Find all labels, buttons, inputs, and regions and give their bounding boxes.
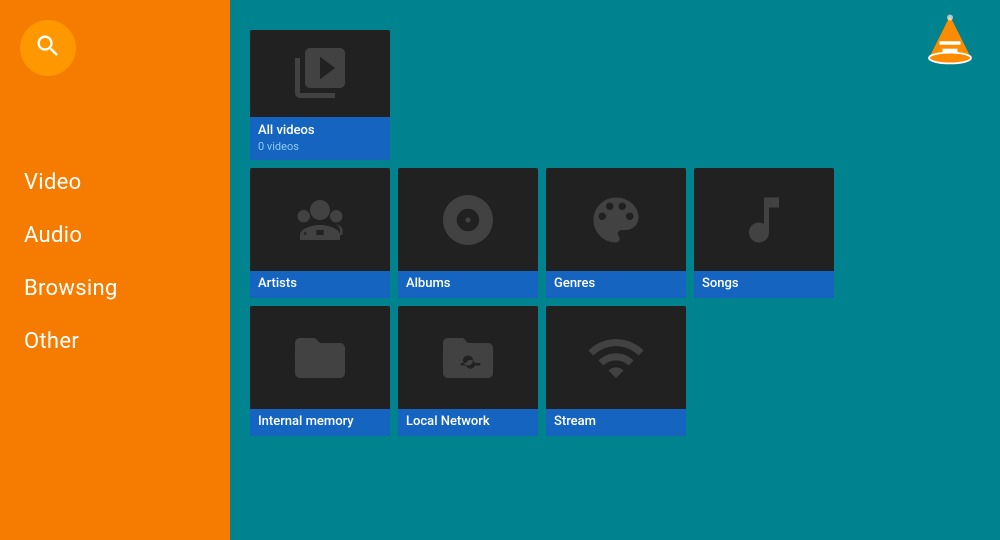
all-videos-tile[interactable]: All videos 0 videos [250, 30, 390, 160]
browsing-row: Internal memory Local Network [250, 306, 980, 436]
content-grid: All videos 0 videos Artists [250, 30, 980, 436]
artists-tile[interactable]: Artists [250, 168, 390, 298]
sidebar-item-video[interactable]: Video [0, 156, 230, 209]
top-row: All videos 0 videos [250, 30, 980, 160]
search-button[interactable] [20, 20, 76, 76]
stream-title: Stream [554, 414, 678, 431]
artists-label: Artists [250, 271, 390, 298]
audio-row: Artists Albums [250, 168, 980, 298]
sidebar-item-audio[interactable]: Audio [0, 209, 230, 262]
songs-tile[interactable]: Songs [694, 168, 834, 298]
local-network-tile[interactable]: Local Network [398, 306, 538, 436]
internal-memory-icon [250, 306, 390, 409]
artists-title: Artists [258, 276, 382, 293]
stream-label: Stream [546, 409, 686, 436]
vlc-logo [920, 10, 980, 70]
stream-tile[interactable]: Stream [546, 306, 686, 436]
local-network-icon [398, 306, 538, 409]
all-videos-icon [250, 30, 390, 117]
stream-icon [546, 306, 686, 409]
sidebar-item-other[interactable]: Other [0, 315, 230, 368]
all-videos-title: All videos [258, 123, 382, 140]
genres-tile[interactable]: Genres [546, 168, 686, 298]
albums-title: Albums [406, 276, 530, 293]
all-videos-label: All videos 0 videos [250, 117, 390, 160]
internal-memory-title: Internal memory [258, 414, 382, 431]
internal-memory-tile[interactable]: Internal memory [250, 306, 390, 436]
all-videos-subtitle: 0 videos [258, 140, 382, 154]
songs-title: Songs [702, 276, 826, 293]
genres-icon [546, 168, 686, 271]
albums-icon [398, 168, 538, 271]
search-icon [34, 32, 62, 64]
songs-label: Songs [694, 271, 834, 298]
local-network-title: Local Network [406, 414, 530, 431]
albums-tile[interactable]: Albums [398, 168, 538, 298]
songs-icon [694, 168, 834, 271]
genres-title: Genres [554, 276, 678, 293]
main-content: All videos 0 videos Artists [230, 0, 1000, 540]
sidebar-item-browsing[interactable]: Browsing [0, 262, 230, 315]
artists-icon [250, 168, 390, 271]
genres-label: Genres [546, 271, 686, 298]
nav-items: Video Audio Browsing Other [0, 156, 230, 368]
albums-label: Albums [398, 271, 538, 298]
internal-memory-label: Internal memory [250, 409, 390, 436]
sidebar: Video Audio Browsing Other [0, 0, 230, 540]
local-network-label: Local Network [398, 409, 538, 436]
